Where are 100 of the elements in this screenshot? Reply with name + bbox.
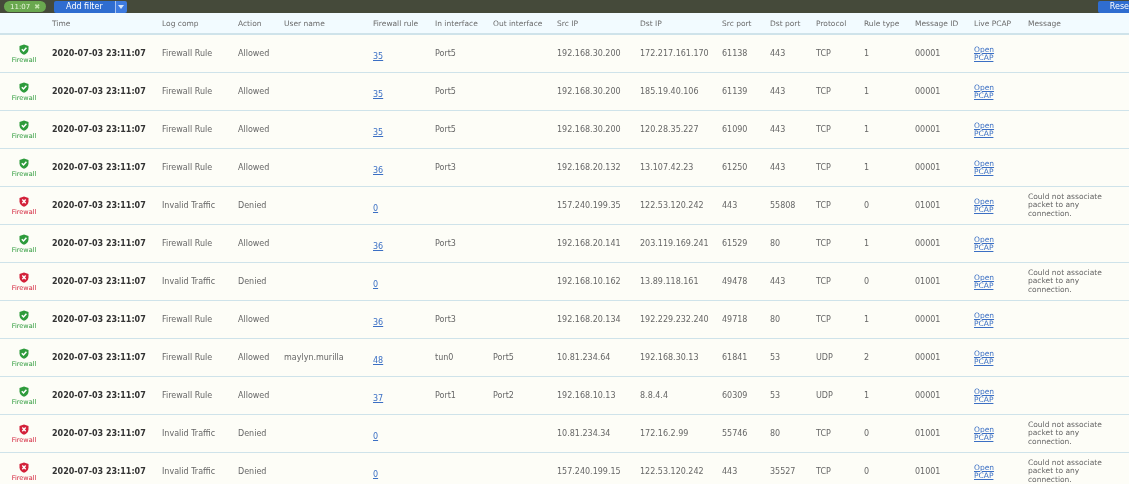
rule-type-cell-text: 1 bbox=[863, 315, 871, 324]
dst-ip-cell-text: 185.19.40.106 bbox=[639, 87, 700, 96]
rule-type-cell-text: 1 bbox=[863, 163, 871, 172]
dst-port-cell-text: 53 bbox=[769, 391, 782, 400]
reset-button[interactable]: Rese bbox=[1097, 0, 1129, 13]
protocol-cell-text: UDP bbox=[815, 353, 834, 362]
src-ip-cell-text: 192.168.10.162 bbox=[556, 277, 622, 286]
message-id-cell-text: 00001 bbox=[914, 315, 942, 324]
out-interface-cell-text: Port2 bbox=[492, 391, 515, 400]
in-interface-cell-text: Port5 bbox=[434, 125, 457, 134]
in-interface-cell-text: Port5 bbox=[434, 49, 457, 58]
dst-port-cell-text: 55808 bbox=[769, 201, 797, 210]
src-ip-cell-text: 192.168.20.132 bbox=[556, 163, 622, 172]
action-cell-text: Allowed bbox=[237, 87, 271, 96]
firewall-rule-link[interactable]: 0 bbox=[369, 470, 379, 479]
rule-type-cell-text: 0 bbox=[863, 467, 871, 476]
src-port-cell-text: 61090 bbox=[721, 125, 749, 134]
firewall-rule-link[interactable]: 48 bbox=[369, 356, 384, 365]
dst-ip-cell-text: 172.217.161.170 bbox=[639, 49, 710, 58]
protocol-cell-text: TCP bbox=[815, 201, 832, 210]
log-component-cell-text: Firewall Rule bbox=[161, 125, 214, 134]
log-component-cell-text: Invalid Traffic bbox=[161, 201, 217, 210]
message-id-cell-text: 00001 bbox=[914, 87, 942, 96]
shield-check-icon bbox=[19, 81, 29, 93]
src-port-cell-text: 443 bbox=[721, 201, 739, 210]
rule-type-cell-text: 0 bbox=[863, 277, 871, 286]
protocol-cell-text: TCP bbox=[815, 49, 832, 58]
time-cell-text: 2020-07-03 23:11:07 bbox=[51, 239, 147, 248]
log-component-cell-text: Firewall Rule bbox=[161, 391, 214, 400]
src-ip-cell-text: 157.240.199.35 bbox=[556, 201, 622, 210]
firewall-rule-link[interactable]: 0 bbox=[369, 204, 379, 213]
rule-type-cell-text: 1 bbox=[863, 87, 871, 96]
firewall-rule-link[interactable]: 35 bbox=[369, 52, 384, 61]
in-interface-cell-text: tun0 bbox=[434, 353, 455, 362]
time-cell-text: 2020-07-03 23:11:07 bbox=[51, 49, 147, 58]
protocol-cell-text: TCP bbox=[815, 315, 832, 324]
message-id-cell-text: 01001 bbox=[914, 467, 942, 476]
src-port-cell-text: 49718 bbox=[721, 315, 749, 324]
firewall-rule-link[interactable]: 0 bbox=[369, 432, 379, 441]
time-cell-text: 2020-07-03 23:11:07 bbox=[51, 201, 147, 210]
dst-port-cell-text: 80 bbox=[769, 429, 782, 438]
action-cell-text: Denied bbox=[237, 429, 268, 438]
shield-check-icon bbox=[19, 347, 29, 359]
dst-port-cell-text: 443 bbox=[769, 87, 787, 96]
protocol-cell-text: TCP bbox=[815, 239, 832, 248]
in-interface-cell-text: Port5 bbox=[434, 87, 457, 96]
src-port-cell-text: 61139 bbox=[721, 87, 749, 96]
action-cell-text: Allowed bbox=[237, 353, 271, 362]
firewall-rule-link[interactable]: 36 bbox=[369, 318, 384, 327]
protocol-cell-text: TCP bbox=[815, 467, 832, 476]
in-interface-cell-text: Port1 bbox=[434, 391, 457, 400]
rule-type-cell-text: 2 bbox=[863, 353, 871, 362]
firewall-rule-link[interactable]: 36 bbox=[369, 166, 384, 175]
src-ip-cell-text: 192.168.30.200 bbox=[556, 125, 622, 134]
protocol-cell-text: TCP bbox=[815, 87, 832, 96]
action-cell-text: Allowed bbox=[237, 239, 271, 248]
time-cell-text: 2020-07-03 23:11:07 bbox=[51, 353, 147, 362]
dst-ip-cell-text: 192.229.232.240 bbox=[639, 315, 710, 324]
firewall-rule-link[interactable]: 35 bbox=[369, 90, 384, 99]
src-port-cell-text: 61841 bbox=[721, 353, 749, 362]
firewall-rule-link[interactable]: 35 bbox=[369, 128, 384, 137]
src-ip-cell-text: 10.81.234.64 bbox=[556, 353, 612, 362]
firewall-rule-link[interactable]: 0 bbox=[369, 280, 379, 289]
time-cell-text: 2020-07-03 23:11:07 bbox=[51, 429, 147, 438]
dst-ip-cell-text: 122.53.120.242 bbox=[639, 201, 705, 210]
dst-ip-cell-text: 192.168.30.13 bbox=[639, 353, 700, 362]
time-cell-text: 2020-07-03 23:11:07 bbox=[51, 467, 147, 476]
action-cell-text: Denied bbox=[237, 467, 268, 476]
firewall-rule-link[interactable]: 37 bbox=[369, 394, 384, 403]
shield-check-icon bbox=[19, 119, 29, 131]
rule-type-cell-text: 1 bbox=[863, 391, 871, 400]
add-filter-button[interactable]: Add filter bbox=[54, 0, 115, 13]
src-ip-cell-text: 157.240.199.15 bbox=[556, 467, 622, 476]
protocol-cell-text: TCP bbox=[815, 163, 832, 172]
src-ip-cell-text: 10.81.234.34 bbox=[556, 429, 612, 438]
log-component-cell-text: Invalid Traffic bbox=[161, 467, 217, 476]
log-component-cell-text: Firewall Rule bbox=[161, 49, 214, 58]
dst-port-cell-text: 443 bbox=[769, 49, 787, 58]
dst-port-cell-text: 80 bbox=[769, 239, 782, 248]
dst-ip-cell-text: 13.89.118.161 bbox=[639, 277, 700, 286]
action-cell-text: Allowed bbox=[237, 125, 271, 134]
firewall-rule-link[interactable]: 36 bbox=[369, 242, 384, 251]
shield-check-icon bbox=[19, 385, 29, 397]
log-component-cell-text: Firewall Rule bbox=[161, 239, 214, 248]
src-ip-cell-text: 192.168.20.141 bbox=[556, 239, 622, 248]
rule-type-cell-text: 1 bbox=[863, 239, 871, 248]
rule-type-cell-text: 0 bbox=[863, 429, 871, 438]
in-interface-cell-text: Port3 bbox=[434, 163, 457, 172]
time-cell-text: 2020-07-03 23:11:07 bbox=[51, 125, 147, 134]
dst-port-cell-text: 35527 bbox=[769, 467, 797, 476]
dst-port-cell-text: 80 bbox=[769, 315, 782, 324]
dst-ip-cell-text: 8.8.4.4 bbox=[639, 391, 669, 400]
message-id-cell-text: 01001 bbox=[914, 277, 942, 286]
message-id-cell-text: 00001 bbox=[914, 49, 942, 58]
src-port-cell-text: 443 bbox=[721, 467, 739, 476]
action-cell-text: Allowed bbox=[237, 315, 271, 324]
src-port-cell-text: 60309 bbox=[721, 391, 749, 400]
message-id-cell-text: 01001 bbox=[914, 201, 942, 210]
log-component-cell-text: Firewall Rule bbox=[161, 315, 214, 324]
action-cell-text: Allowed bbox=[237, 163, 271, 172]
